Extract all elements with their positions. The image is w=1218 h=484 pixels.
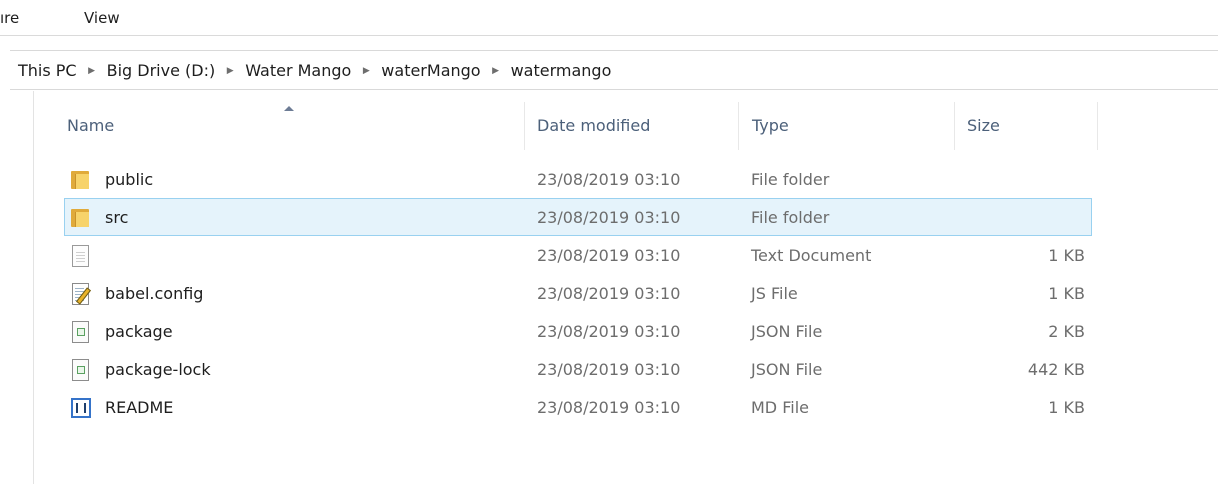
breadcrumb-this-pc[interactable]: This PC (18, 61, 77, 80)
file-size: 1 KB (1048, 246, 1085, 265)
file-row-package-lock[interactable]: package-lock 23/08/2019 03:10 JSON File … (64, 350, 1092, 388)
folder-icon (69, 207, 91, 229)
file-row-public[interactable]: public 23/08/2019 03:10 File folder (64, 160, 1092, 198)
file-name: package-lock (105, 360, 211, 379)
chevron-right-icon[interactable]: ▶ (351, 66, 381, 76)
folder-icon (69, 169, 91, 191)
file-size: 1 KB (1048, 398, 1085, 417)
breadcrumb: This PC ▶ Big Drive (D:) ▶ Water Mango ▶… (18, 61, 611, 80)
file-type: Text Document (751, 246, 872, 265)
file-row-src[interactable]: src 23/08/2019 03:10 File folder (64, 198, 1092, 236)
file-type: MD File (751, 398, 809, 417)
text-document-icon (69, 245, 91, 267)
file-size: 2 KB (1048, 322, 1085, 341)
file-date-modified: 23/08/2019 03:10 (537, 208, 681, 227)
file-date-modified: 23/08/2019 03:10 (537, 398, 681, 417)
file-type: JS File (751, 284, 798, 303)
column-header-name-label: Name (67, 116, 115, 135)
file-date-modified: 23/08/2019 03:10 (537, 284, 681, 303)
file-size: 1 KB (1048, 284, 1085, 303)
file-date-modified: 23/08/2019 03:10 (537, 360, 681, 379)
column-header-date-modified[interactable]: Date modified (524, 102, 738, 150)
file-date-modified: 23/08/2019 03:10 (537, 170, 681, 189)
breadcrumb-watermango-current[interactable]: watermango (511, 61, 612, 80)
js-file-icon (69, 283, 92, 305)
tab-share[interactable]: ıre (0, 9, 19, 27)
navigation-pane-edge (33, 91, 34, 484)
file-row-readme[interactable]: README 23/08/2019 03:10 MD File 1 KB (64, 388, 1092, 426)
column-header-date-label: Date modified (537, 116, 651, 135)
breadcrumb-water-mango[interactable]: Water Mango (245, 61, 351, 80)
file-date-modified: 23/08/2019 03:10 (537, 322, 681, 341)
file-date-modified: 23/08/2019 03:10 (537, 246, 681, 265)
file-name: public (105, 170, 154, 189)
json-file-icon (69, 359, 91, 381)
file-name: src (105, 208, 129, 227)
file-row-text-document[interactable]: 23/08/2019 03:10 Text Document 1 KB (64, 236, 1092, 274)
breadcrumb-big-drive[interactable]: Big Drive (D:) (107, 61, 216, 80)
file-type: File folder (751, 170, 830, 189)
sort-ascending-icon (284, 106, 294, 111)
chevron-right-icon[interactable]: ▶ (77, 66, 107, 76)
file-name: babel.config (105, 284, 204, 303)
chevron-right-icon[interactable]: ▶ (215, 66, 245, 76)
breadcrumb-watermango-parent[interactable]: waterMango (381, 61, 480, 80)
column-header-size[interactable]: Size (954, 102, 1098, 150)
file-type: JSON File (751, 360, 823, 379)
address-bar[interactable]: This PC ▶ Big Drive (D:) ▶ Water Mango ▶… (10, 50, 1218, 90)
file-size: 442 KB (1027, 360, 1085, 379)
column-header-size-label: Size (967, 116, 1000, 135)
chevron-right-icon[interactable]: ▶ (481, 66, 511, 76)
column-header-type[interactable]: Type (738, 102, 954, 150)
md-file-icon (69, 397, 91, 419)
tab-view[interactable]: View (84, 9, 120, 27)
file-list: public 23/08/2019 03:10 File folder src … (64, 160, 1092, 426)
json-file-icon (69, 321, 91, 343)
file-explorer-window: ıre View This PC ▶ Big Drive (D:) ▶ Wate… (0, 0, 1218, 484)
file-row-package[interactable]: package 23/08/2019 03:10 JSON File 2 KB (64, 312, 1092, 350)
file-type: JSON File (751, 322, 823, 341)
file-name: package (105, 322, 173, 341)
file-name: README (105, 398, 174, 417)
column-header-type-label: Type (752, 116, 789, 135)
ribbon-tabs: ıre View (0, 0, 1218, 36)
file-row-babel-config[interactable]: babel.config 23/08/2019 03:10 JS File 1 … (64, 274, 1092, 312)
file-type: File folder (751, 208, 830, 227)
